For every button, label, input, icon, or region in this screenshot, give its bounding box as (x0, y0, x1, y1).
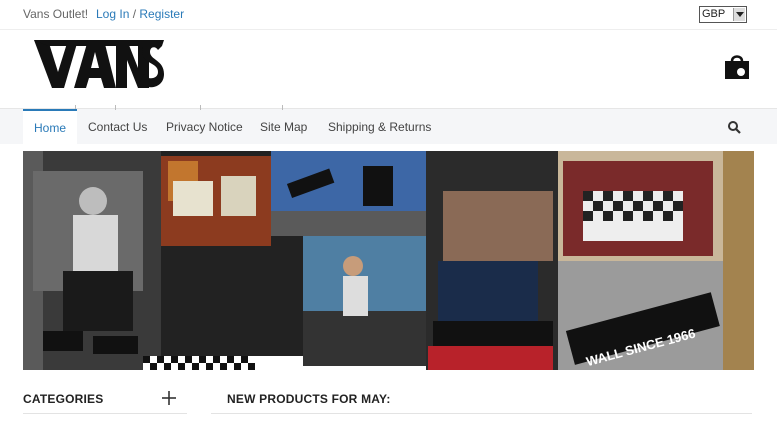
login-link[interactable]: Log In (96, 7, 129, 21)
auth-separator: / (129, 7, 140, 21)
new-products-title: NEW PRODUCTS FOR MAY: (227, 392, 391, 406)
nav-contact-us[interactable]: Contact Us (77, 109, 158, 145)
vans-logo[interactable] (34, 38, 164, 92)
main-nav: Home Contact Us Privacy Notice Site Map … (0, 105, 777, 145)
chevron-down-icon (733, 8, 745, 21)
register-link[interactable]: Register (139, 7, 184, 21)
hero-banner[interactable]: WALL SINCE 1966 (23, 151, 754, 370)
nav-home[interactable]: Home (23, 109, 78, 145)
shopping-bag-icon[interactable] (722, 52, 752, 82)
plus-icon[interactable] (161, 390, 177, 406)
auth-links: Log In / Register (96, 7, 184, 21)
currency-value: GBP (702, 8, 726, 20)
welcome-text: Vans Outlet! (23, 7, 89, 21)
search-icon[interactable] (727, 120, 741, 134)
nav-privacy-notice[interactable]: Privacy Notice (155, 109, 254, 145)
categories-title: CATEGORIES (23, 392, 104, 406)
divider (23, 413, 187, 414)
nav-site-map[interactable]: Site Map (249, 109, 318, 145)
top-bar: Vans Outlet! Log In / Register GBP (0, 0, 777, 30)
nav-shipping-returns[interactable]: Shipping & Returns (317, 109, 442, 145)
currency-select[interactable]: GBP (699, 6, 747, 23)
divider (211, 413, 752, 414)
